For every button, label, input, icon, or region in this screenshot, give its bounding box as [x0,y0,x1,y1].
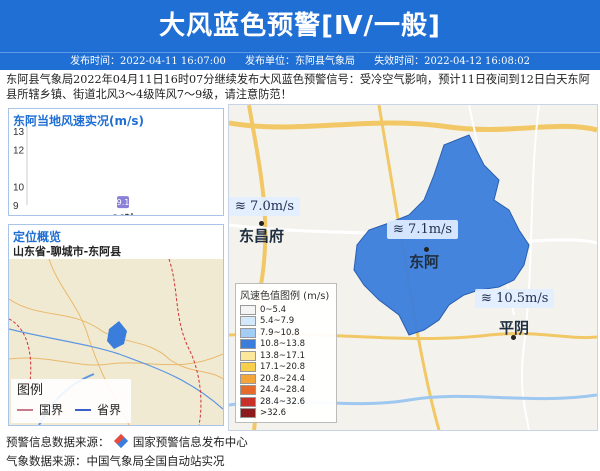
location-region: 山东省-聊城市-东阿县 [13,245,122,258]
city-label-dongchangfu: 东昌府 [239,227,285,245]
legend-swatch [240,339,256,350]
station-label-dongchangfu[interactable]: ≋ 7.0m/s [229,197,301,216]
legend-provincial-border: 省界 [75,401,121,418]
legend-national-border: 国界 [17,401,63,418]
legend-label: 20.8~24.4 [260,373,305,384]
legend-row: 5.4~7.9 [240,316,332,328]
wind-icon: ≋ [235,199,246,214]
overview-map[interactable]: 图例 国界 省界 [9,259,223,425]
station-label-donga[interactable]: ≋ 7.1m/s [387,220,459,239]
warning-source-line: 预警信息数据来源： 国家预警信息发布中心 [6,433,248,449]
publisher: 发布单位：东阿县气象局 [245,56,355,67]
y-tick-label: 13 [13,127,25,138]
legend-swatch [240,385,256,396]
legend-swatch [240,316,256,327]
warning-meta-bar: 发布时间：2022-04-11 16:07:00 发布单位：东阿县气象局 失效时… [0,52,600,70]
station-label-pingyin[interactable]: ≋ 10.5m/s [475,289,555,308]
wind-speed-panel: 东阿当地风速实况(m/s) 1312109 9.116时 [8,108,224,216]
legend-swatch [240,327,256,338]
warning-description: 东阿县气象局2022年04月11日16时07分继续发布大风蓝色预警信号：受冷空气… [6,73,590,101]
legend-swatch [240,396,256,407]
wind-legend-title: 风速色值图例 (m/s) [240,291,330,302]
legend-swatch [240,362,256,373]
city-label-donga: 东阿 [409,253,440,271]
legend-label: 10.8~13.8 [260,339,305,350]
weather-source-line: 气象数据来源：中国气象局全国自动站实况 [6,454,225,468]
legend-row: 13.8~17.1 [240,350,332,362]
station-marker-dongchangfu [259,221,264,226]
overview-legend: 图例 国界 省界 [11,379,131,423]
legend-row: 7.9~10.8 [240,327,332,339]
wind-color-legend: 风速色值图例 (m/s) 0~5.4 5.4~7.9 7.9~10.8 10.8~13… [235,283,337,423]
expire-time: 失效时间：2022-04-12 16:08:02 [374,56,530,67]
warning-header: 大风蓝色预警[Ⅳ/一般] [0,0,600,52]
overview-legend-title: 图例 [17,383,44,398]
y-tick-label: 10 [13,183,25,194]
legend-label: 7.9~10.8 [260,327,300,338]
legend-row: 0~5.4 [240,304,332,316]
main-map[interactable]: 风速色值图例 (m/s) 0~5.4 5.4~7.9 7.9~10.8 10.8~13… [228,104,598,431]
legend-label: 0~5.4 [260,304,287,315]
warning-title: 大风蓝色预警[Ⅳ/一般] [159,11,441,41]
station-marker-pingyin [511,335,516,340]
legend-label: >32.6 [260,408,287,419]
bar-value-label: 9.1 [117,198,130,207]
legend-row: >32.6 [240,408,332,420]
legend-label: 24.4~28.4 [260,385,305,396]
legend-swatch [240,350,256,361]
legend-swatch [240,304,256,315]
legend-swatch [240,408,256,419]
legend-swatch [240,373,256,384]
location-panel: 定位概览 山东省-聊城市-东阿县 图例 国界 省界 [8,224,224,426]
publish-time: 发布时间：2022-04-11 16:07:00 [70,56,226,67]
legend-row: 20.8~24.4 [240,373,332,385]
y-tick-label: 12 [13,146,25,157]
legend-label: 5.4~7.9 [260,316,295,327]
wind-speed-chart: 13 12 10 9 9.1 16时 [13,127,134,215]
legend-row: 17.1~20.8 [240,362,332,374]
legend-row: 10.8~13.8 [240,339,332,351]
legend-label: 13.8~17.1 [260,350,305,361]
y-tick-label: 9 [13,201,19,212]
source-logo-icon [114,433,129,449]
legend-row: 28.4~32.6 [240,396,332,408]
legend-row: 24.4~28.4 [240,385,332,397]
wind-icon: ≋ [393,222,404,237]
wind-icon: ≋ [481,291,492,306]
legend-label: 17.1~20.8 [260,362,305,373]
station-marker-donga [424,247,429,252]
x-category-label: 16时 [112,212,134,215]
legend-label: 28.4~32.6 [260,396,305,407]
